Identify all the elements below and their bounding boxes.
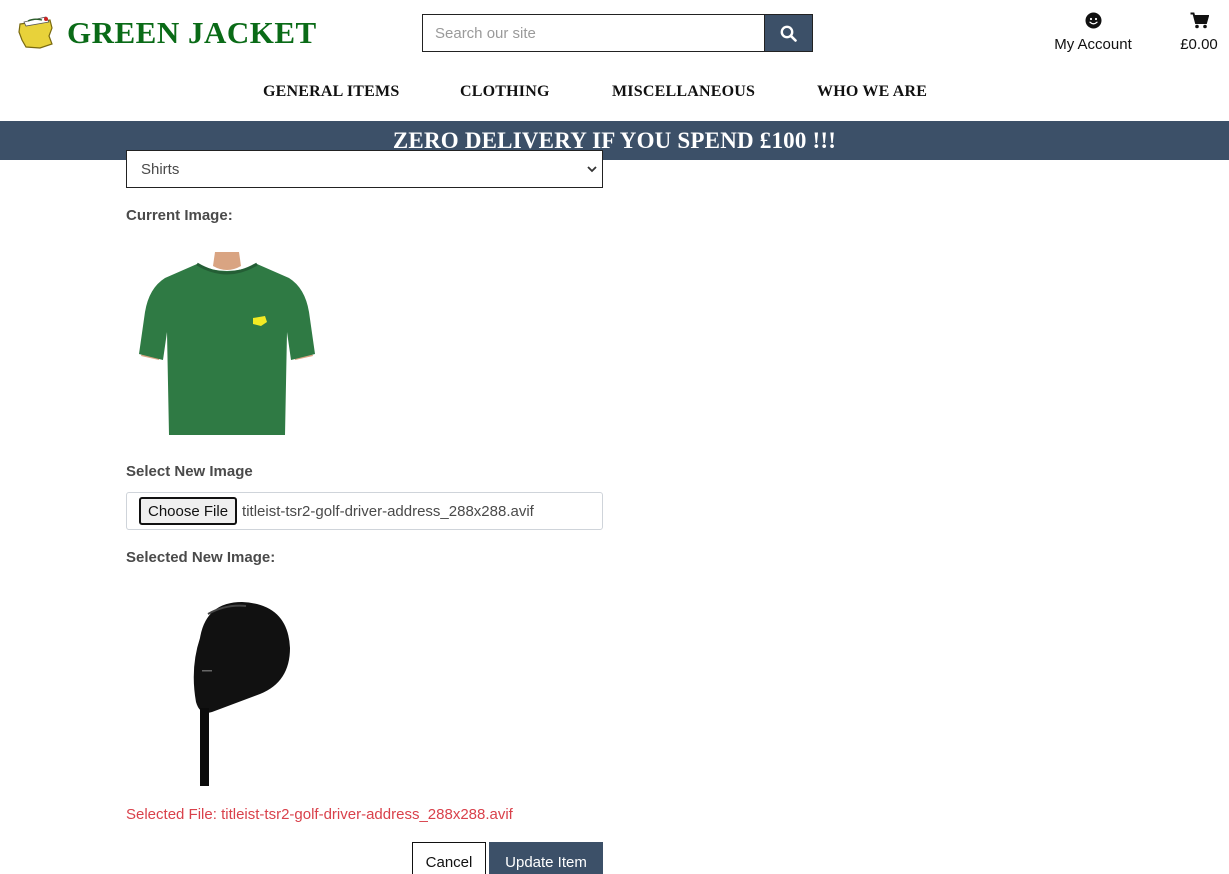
choose-file-button[interactable]: Choose File bbox=[139, 497, 238, 525]
category-select-wrapper: Shirts bbox=[126, 150, 603, 188]
main-nav: GENERAL ITEMS CLOTHING MISCELLANEOUS WHO… bbox=[0, 83, 1229, 103]
selected-new-image bbox=[193, 602, 290, 786]
shopping-bag-link[interactable]: £0.00 bbox=[1168, 12, 1229, 53]
selected-file-text: Selected File: titleist-tsr2-golf-driver… bbox=[126, 806, 513, 823]
selected-file-name: titleist-tsr2-golf-driver-address_288x28… bbox=[221, 806, 513, 823]
masters-logo-icon bbox=[18, 16, 53, 49]
search-form bbox=[422, 14, 813, 52]
brand-name: GREEN JACKET bbox=[67, 15, 317, 50]
nav-clothing[interactable]: CLOTHING bbox=[460, 83, 550, 101]
file-input: Choose File titleist-tsr2-golf-driver-ad… bbox=[126, 492, 603, 530]
nav-miscellaneous[interactable]: MISCELLANEOUS bbox=[612, 83, 755, 101]
nav-general-items[interactable]: GENERAL ITEMS bbox=[263, 83, 399, 101]
current-image bbox=[139, 252, 315, 435]
nav-who-we-are[interactable]: WHO WE ARE bbox=[817, 83, 927, 101]
search-icon bbox=[780, 25, 797, 42]
select-new-image-label: Select New Image bbox=[126, 463, 253, 480]
category-select[interactable]: Shirts bbox=[127, 151, 602, 187]
my-account-link[interactable]: My Account bbox=[1040, 12, 1146, 53]
search-button[interactable] bbox=[764, 14, 813, 52]
cart-icon bbox=[1190, 12, 1209, 29]
site-header: GREEN JACKET My Account bbox=[0, 0, 1229, 121]
search-input[interactable] bbox=[422, 14, 764, 52]
my-account-label: My Account bbox=[1054, 36, 1132, 53]
cancel-button[interactable]: Cancel bbox=[412, 842, 486, 874]
current-image-label: Current Image: bbox=[126, 207, 233, 224]
update-item-button[interactable]: Update Item bbox=[489, 842, 603, 874]
selected-file-prefix: Selected File: bbox=[126, 806, 217, 823]
bag-total: £0.00 bbox=[1180, 36, 1218, 53]
smiley-user-icon bbox=[1085, 12, 1101, 29]
chosen-file-name: titleist-tsr2-golf-driver-address_288x28… bbox=[242, 502, 534, 520]
brand-logo-link[interactable]: GREEN JACKET bbox=[16, 14, 317, 52]
selected-new-image-label: Selected New Image: bbox=[126, 549, 276, 566]
